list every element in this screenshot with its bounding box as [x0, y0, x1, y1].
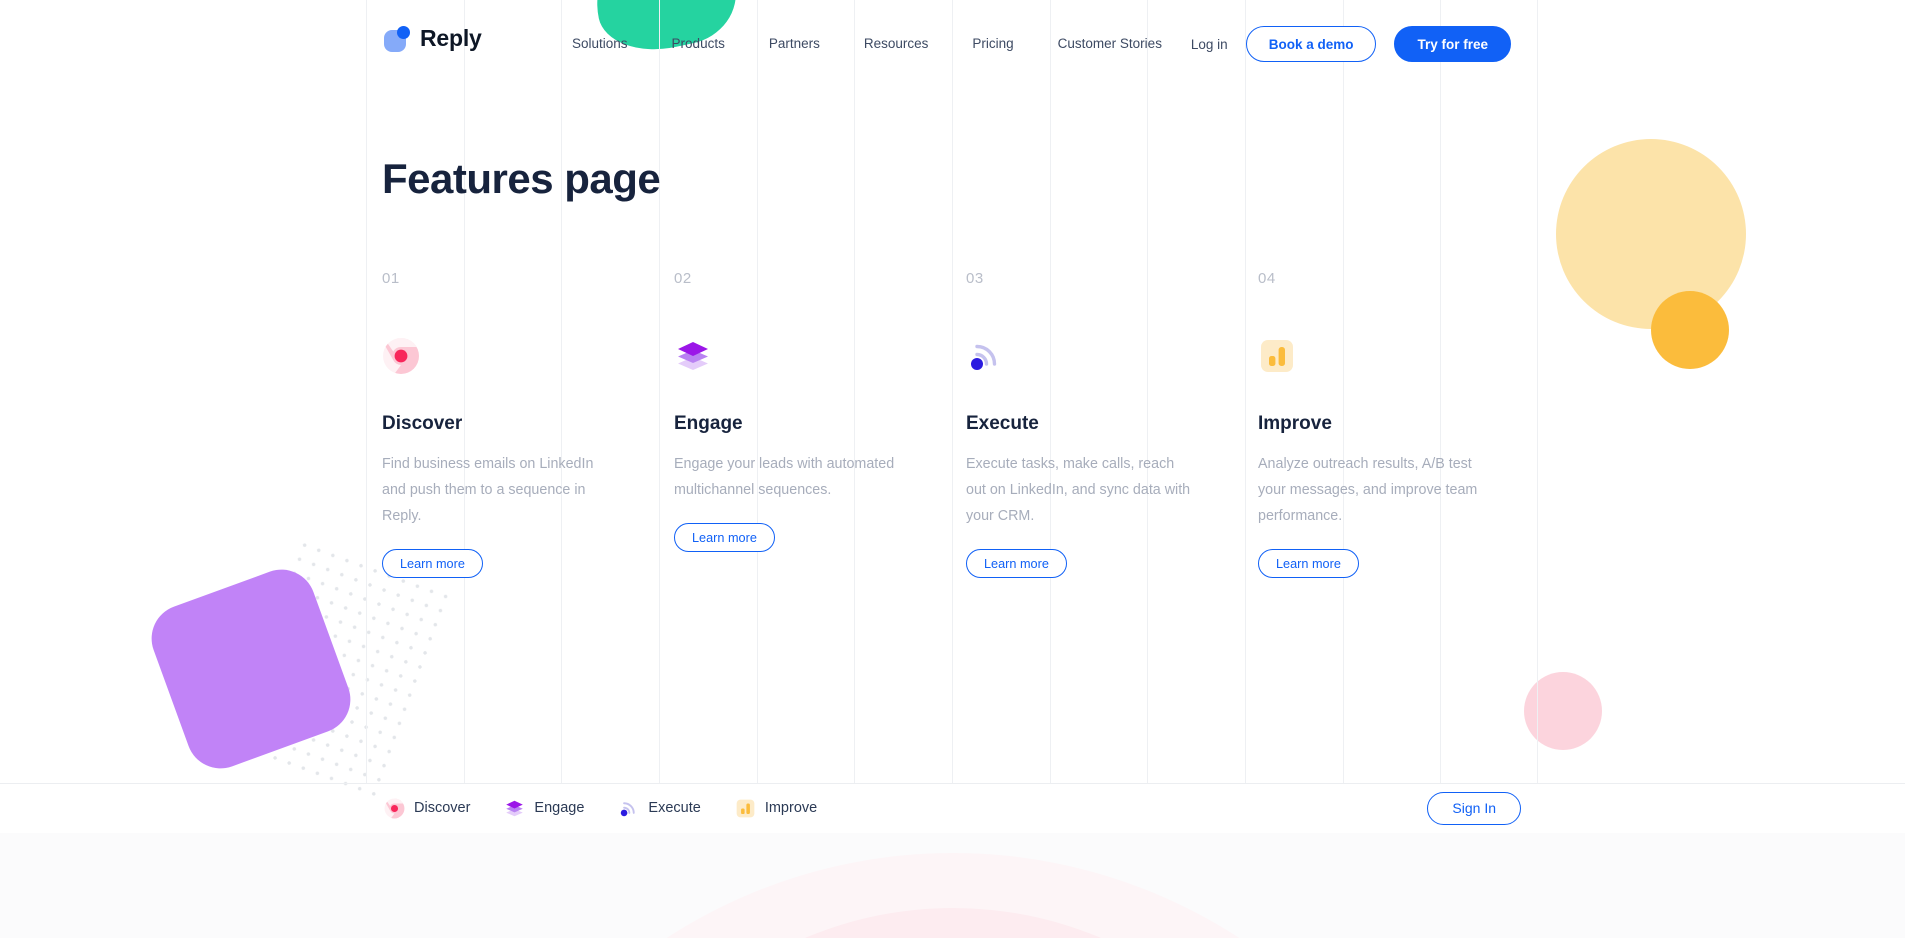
yellow-small-circle-decoration	[1651, 291, 1729, 369]
nav-item-products[interactable]: Products	[672, 36, 725, 51]
sign-in-button[interactable]: Sign In	[1427, 791, 1521, 825]
feature-card-engage: 02 Engage Engage your leads with automat…	[674, 270, 966, 578]
bottom-bar-item-engage[interactable]: Engage	[504, 798, 584, 819]
card-description: Engage your leads with automated multich…	[674, 456, 895, 498]
bottom-bar-label: Engage	[534, 800, 585, 816]
book-demo-button[interactable]: Book a demo	[1245, 26, 1377, 62]
broadcast-signal-icon	[618, 798, 639, 819]
feature-card-discover: 01 Discover Find business emails on Link…	[382, 270, 674, 578]
bottom-bar-label: Discover	[414, 800, 471, 816]
card-number: 03	[966, 270, 984, 287]
bottom-feature-bar: Discover Engage Execute Improve Sign In	[0, 783, 1905, 833]
card-number: 04	[1258, 270, 1276, 287]
reply-logo-icon	[384, 25, 410, 52]
bar-chart-icon	[1258, 337, 1296, 375]
bottom-bar-item-improve[interactable]: Improve	[735, 798, 817, 819]
logo[interactable]: Reply	[384, 25, 482, 52]
page-title: Features page	[382, 155, 661, 202]
bottom-bar-items: Discover Engage Execute Improve	[384, 798, 817, 819]
nav-item-resources[interactable]: Resources	[864, 36, 929, 51]
feature-card-execute: 03 Execute Execute tasks, make calls, re…	[966, 270, 1258, 578]
page-root: Reply Solutions Products Partners Resour…	[0, 0, 1905, 938]
learn-more-button-improve[interactable]: Learn more	[1258, 549, 1359, 578]
card-number: 02	[674, 270, 692, 287]
card-description: Execute tasks, make calls, reach out on …	[966, 456, 1191, 524]
feature-card-improve: 04 Improve Analyze outreach results, A/B…	[1258, 270, 1550, 578]
nav-item-customer-stories[interactable]: Customer Stories	[1058, 36, 1162, 51]
below-fold-section	[0, 833, 1905, 938]
card-description: Find business emails on LinkedIn and pus…	[382, 456, 594, 524]
try-for-free-button[interactable]: Try for free	[1394, 26, 1511, 62]
bottom-bar-label: Execute	[648, 800, 701, 816]
yellow-large-circle-decoration	[1556, 139, 1746, 329]
login-link[interactable]: Log in	[1191, 37, 1228, 52]
learn-more-button-engage[interactable]: Learn more	[674, 523, 775, 552]
bottom-bar-label: Improve	[764, 800, 818, 816]
nav-item-pricing[interactable]: Pricing	[972, 36, 1013, 51]
pink-circle-decoration	[1524, 672, 1602, 750]
main-navigation: Solutions Products Partners Resources Pr…	[572, 36, 1162, 51]
broadcast-signal-icon	[966, 337, 1004, 375]
card-description: Analyze outreach results, A/B test your …	[1258, 456, 1478, 524]
bottom-bar-item-discover[interactable]: Discover	[384, 798, 470, 819]
bar-chart-icon	[735, 798, 756, 819]
header-actions: Log in Book a demo Try for free	[1191, 26, 1511, 62]
nav-item-partners[interactable]: Partners	[769, 36, 820, 51]
chrome-extension-icon	[384, 798, 405, 819]
card-title: Execute	[966, 413, 1039, 434]
logo-text: Reply	[420, 25, 482, 51]
learn-more-button-discover[interactable]: Learn more	[382, 549, 483, 578]
layers-stack-icon	[504, 798, 525, 819]
feature-cards: 01 Discover Find business emails on Link…	[382, 270, 1562, 578]
layers-stack-icon	[674, 337, 712, 375]
chrome-extension-icon	[382, 337, 420, 375]
card-title: Improve	[1258, 413, 1332, 434]
card-title: Discover	[382, 413, 463, 434]
learn-more-button-execute[interactable]: Learn more	[966, 549, 1067, 578]
card-title: Engage	[674, 413, 743, 434]
site-header: Reply Solutions Products Partners Resour…	[0, 0, 1905, 90]
nav-item-solutions[interactable]: Solutions	[572, 36, 628, 51]
bottom-bar-item-execute[interactable]: Execute	[618, 798, 701, 819]
card-number: 01	[382, 270, 400, 287]
